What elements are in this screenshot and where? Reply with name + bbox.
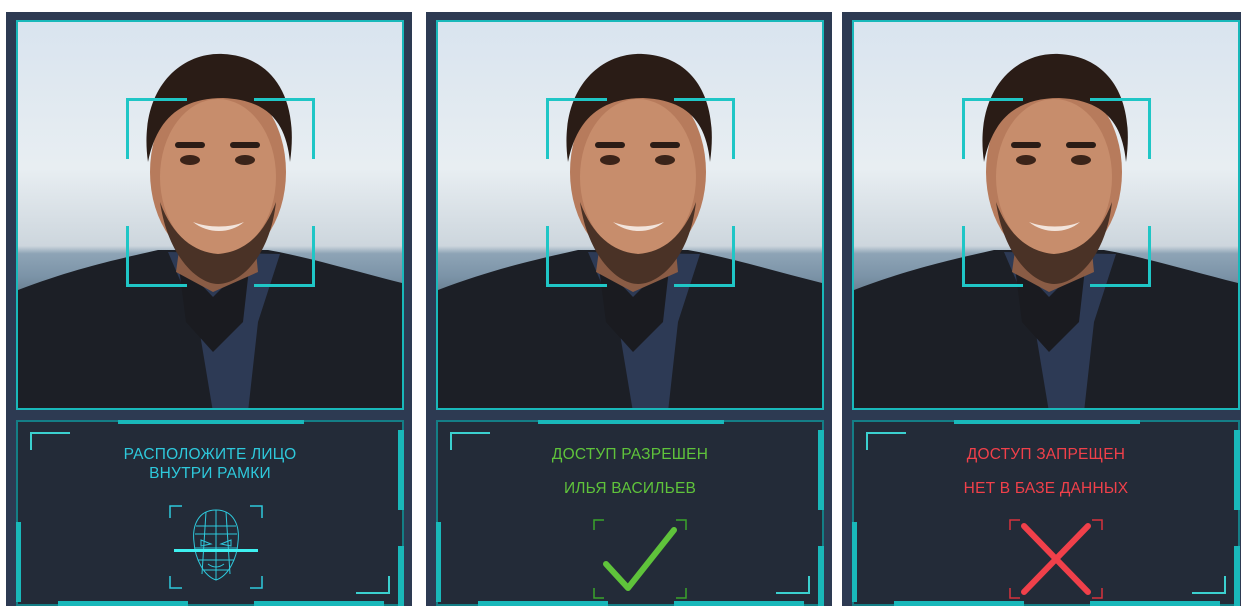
checkmark-icon (592, 518, 688, 600)
face-photo (854, 53, 1238, 408)
cross-icon (1008, 518, 1104, 600)
scan-panel-granted: ДОСТУП РАЗРЕШЕН ИЛЬЯ ВАСИЛЬЕВ (426, 12, 832, 606)
scan-panel-denied: ДОСТУП ЗАПРЕЩЕН НЕТ В БАЗЕ ДАННЫХ (842, 12, 1241, 606)
face-frame-corner-tr (254, 98, 315, 159)
prompt-line-2: ВНУТРИ РАМКИ (149, 465, 271, 482)
status-line-2: НЕТ В БАЗЕ ДАННЫХ (963, 480, 1129, 497)
camera-view (16, 20, 404, 410)
face-frame-corner-br (674, 226, 735, 287)
status-box: ДОСТУП РАЗРЕШЕН ИЛЬЯ ВАСИЛЬЕВ (436, 420, 824, 606)
status-line-2: ИЛЬЯ ВАСИЛЬЕВ (563, 480, 697, 497)
camera-view (852, 20, 1240, 410)
status-box: ДОСТУП ЗАПРЕЩЕН НЕТ В БАЗЕ ДАННЫХ (852, 420, 1240, 606)
face-frame-corner-tr (1090, 98, 1151, 159)
face-frame-corner-bl (126, 226, 187, 287)
status-line-1: ДОСТУП ЗАПРЕЩЕН (966, 446, 1126, 463)
face-frame-corner-bl (546, 226, 607, 287)
face-photo (438, 53, 822, 408)
face-frame-corner-tr (674, 98, 735, 159)
status-box: РАСПОЛОЖИТЕ ЛИЦО ВНУТРИ РАМКИ (16, 420, 404, 606)
face-frame-corner-tl (962, 98, 1023, 159)
prompt-line-1: РАСПОЛОЖИТЕ ЛИЦО (123, 446, 297, 463)
face-frame-corner-br (254, 226, 315, 287)
face-frame-corner-tl (126, 98, 187, 159)
scan-panel-prompt: РАСПОЛОЖИТЕ ЛИЦО ВНУТРИ РАМКИ (6, 12, 412, 606)
face-photo (18, 53, 402, 408)
camera-view (436, 20, 824, 410)
face-frame-corner-bl (962, 226, 1023, 287)
face-scan-icon (168, 504, 264, 590)
face-frame-corner-br (1090, 226, 1151, 287)
face-frame-corner-tl (546, 98, 607, 159)
status-line-1: ДОСТУП РАЗРЕШЕН (551, 446, 709, 463)
